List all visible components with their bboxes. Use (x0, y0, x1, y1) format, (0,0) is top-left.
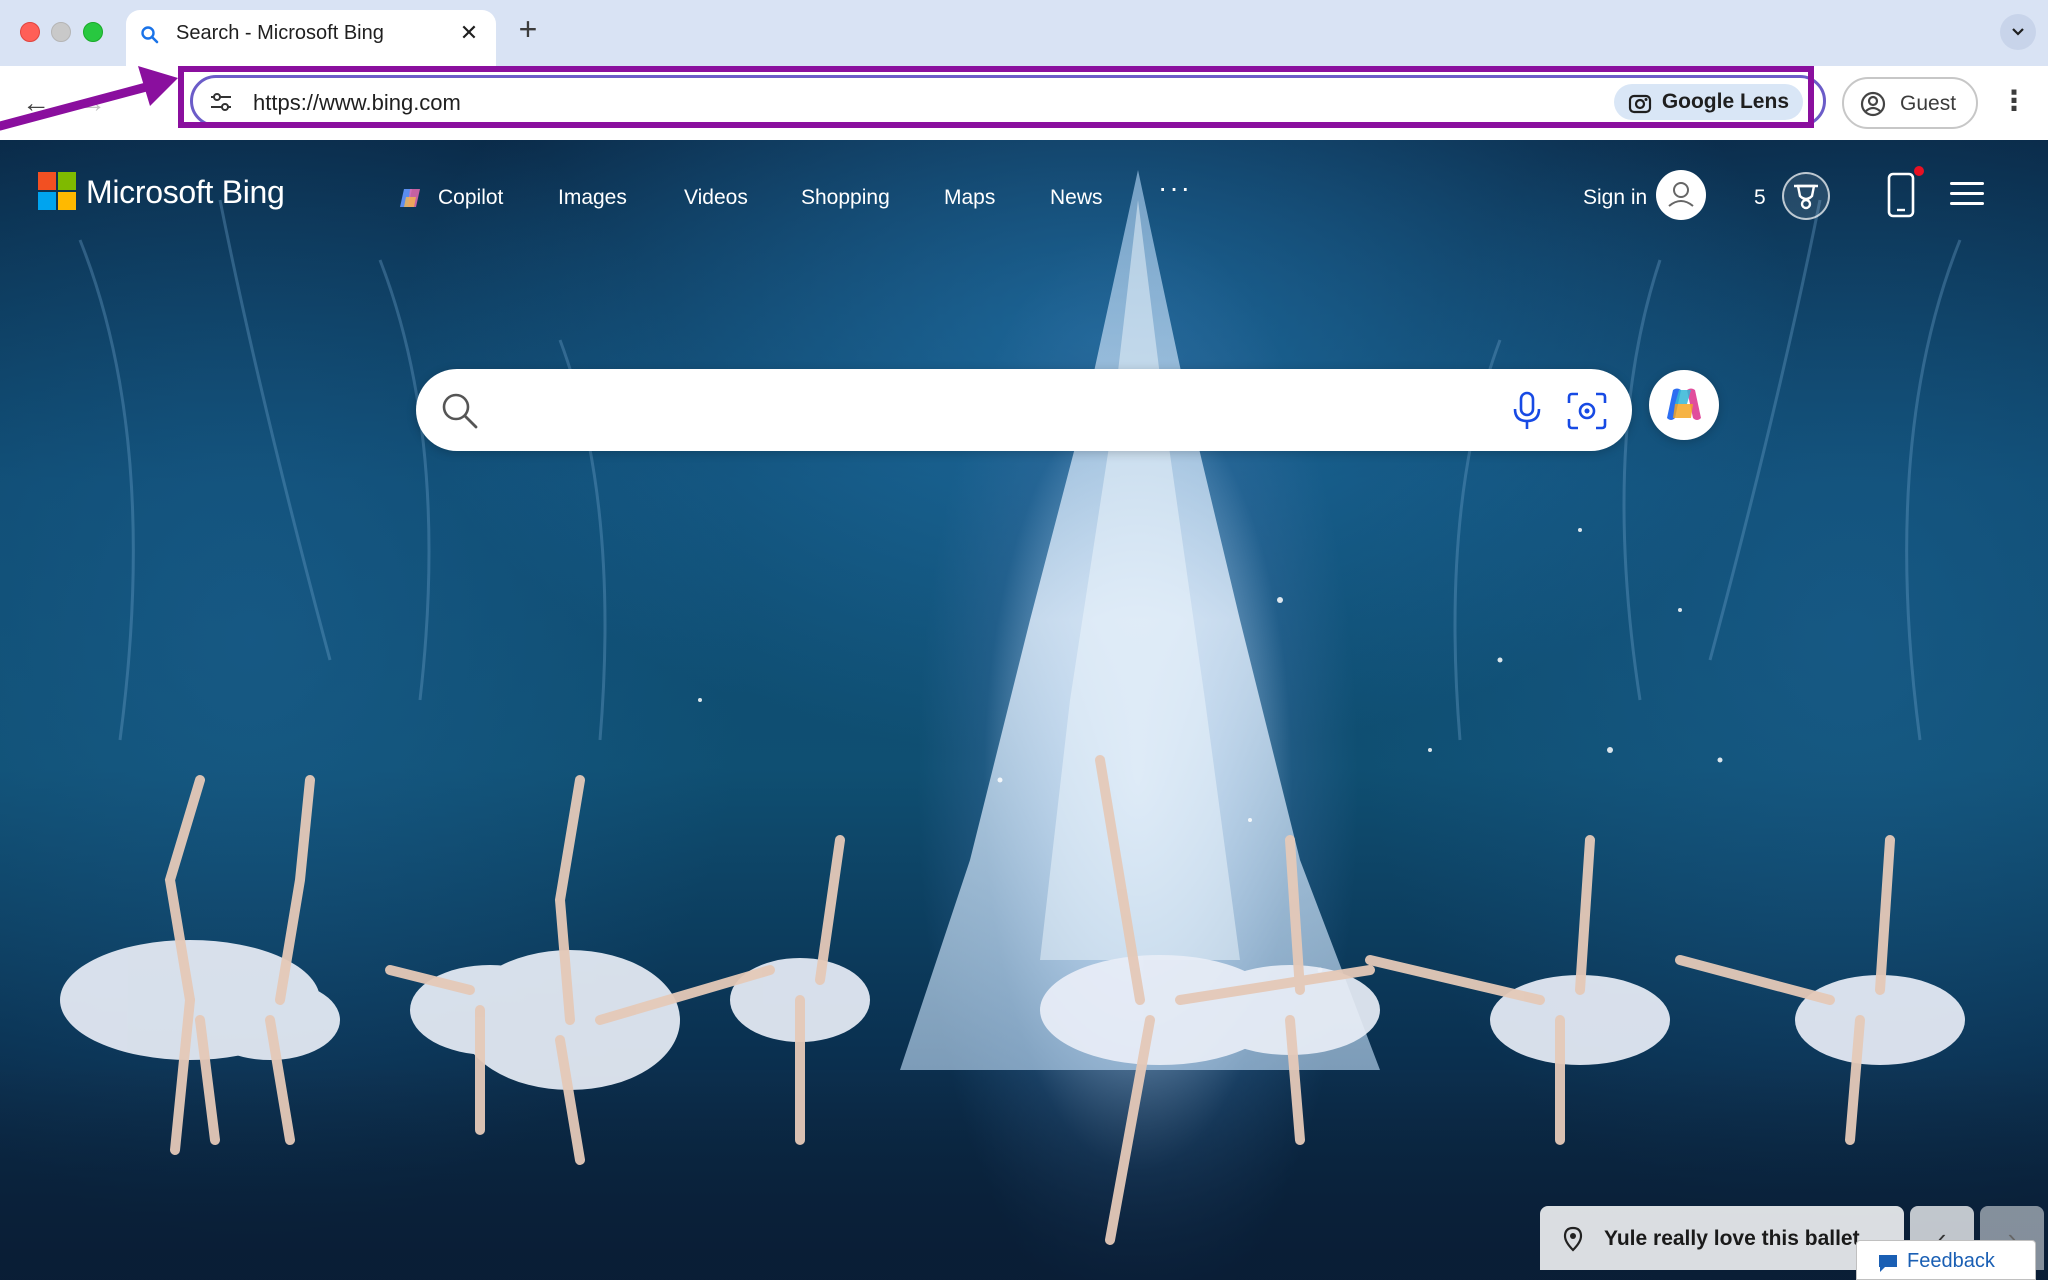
copilot-button[interactable] (1649, 370, 1719, 440)
bing-homepage: Microsoft Bing Copilot Images Videos Sho… (0, 140, 2048, 1280)
feedback-icon (1877, 1253, 1899, 1273)
feedback-label: Feedback (1907, 1250, 1995, 1272)
microphone-icon[interactable] (1510, 391, 1544, 431)
minimize-window-button[interactable] (51, 22, 71, 42)
nav-news[interactable]: News (1050, 180, 1103, 216)
new-tab-button[interactable]: + (512, 13, 544, 46)
search-box (416, 369, 1632, 451)
nav-shopping[interactable]: Shopping (801, 180, 890, 216)
nav-copilot[interactable]: Copilot (438, 180, 503, 216)
tab-strip: Search - Microsoft Bing ✕ + (0, 0, 2048, 66)
browser-toolbar: ← → https://www.bing.com Google Lens Gue… (0, 66, 2048, 140)
tab-bing[interactable]: Search - Microsoft Bing ✕ (126, 10, 496, 66)
profile-button[interactable]: Guest (1842, 77, 1978, 129)
nav-images[interactable]: Images (558, 180, 627, 216)
address-bar[interactable]: https://www.bing.com Google Lens (190, 75, 1826, 127)
tab-title: Search - Microsoft Bing (176, 22, 384, 44)
sign-in-link[interactable]: Sign in (1583, 184, 1647, 212)
bing-brand[interactable]: Microsoft Bing (86, 172, 285, 212)
profile-icon (1860, 91, 1886, 117)
maximize-window-button[interactable] (83, 22, 103, 42)
microsoft-logo-icon[interactable] (38, 172, 78, 212)
close-window-button[interactable] (20, 22, 40, 42)
image-info-title: Yule really love this ballet (1604, 1227, 1860, 1250)
annotation-arrow (0, 66, 178, 131)
copilot-icon (398, 187, 422, 209)
notification-dot (1914, 166, 1924, 176)
visual-search-icon[interactable] (1566, 391, 1608, 431)
profile-label: Guest (1900, 92, 1957, 115)
image-info-card[interactable]: Yule really love this ballet (1540, 1206, 1904, 1270)
hamburger-icon[interactable] (1950, 180, 1986, 208)
nav-videos[interactable]: Videos (684, 180, 748, 216)
google-lens-button[interactable]: Google Lens (1613, 84, 1803, 120)
google-lens-label: Google Lens (1661, 90, 1789, 113)
browser-menu-button[interactable]: ⋮ (2000, 84, 2028, 120)
feedback-button[interactable]: Feedback (1856, 1240, 2036, 1280)
nav-more-button[interactable]: ··· (1158, 174, 1192, 202)
search-input[interactable] (496, 389, 1396, 431)
url-text[interactable]: https://www.bing.com (253, 90, 461, 116)
search-icon[interactable] (440, 391, 480, 431)
google-lens-icon (1628, 91, 1652, 114)
phone-icon[interactable] (1886, 172, 1916, 218)
tab-close-button[interactable]: ✕ (456, 20, 482, 46)
trophy-icon[interactable] (1782, 172, 1830, 220)
search-icon (140, 25, 160, 45)
nav-maps[interactable]: Maps (944, 180, 995, 216)
ballet-dancers (60, 755, 1965, 1245)
rewards-count[interactable]: 5 (1754, 184, 1766, 212)
tab-search-button[interactable] (2000, 14, 2036, 50)
location-pin-icon (1562, 1226, 1584, 1252)
tune-icon[interactable] (209, 91, 233, 113)
copilot-icon (1667, 388, 1701, 420)
avatar-icon[interactable] (1656, 170, 1706, 220)
